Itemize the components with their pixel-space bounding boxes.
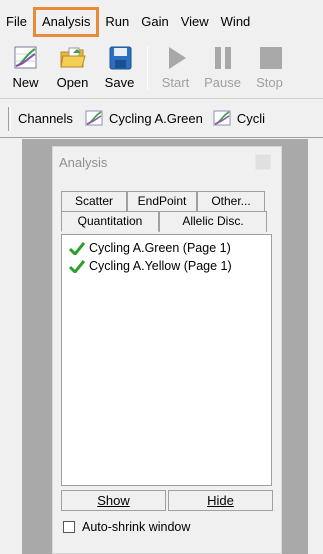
close-icon[interactable]: [255, 154, 271, 170]
channel-cycling-2-label: Cycli: [236, 110, 266, 126]
start-button[interactable]: Start: [152, 40, 199, 94]
open-label: Open: [56, 75, 89, 90]
menu-view[interactable]: View: [175, 11, 215, 33]
list-item-label: Cycling A.Green (Page 1): [89, 241, 231, 255]
button-row: Show Hide: [61, 490, 273, 511]
tab-endpoint[interactable]: EndPoint: [127, 191, 197, 212]
save-button[interactable]: Save: [96, 40, 143, 94]
tab-row-1: Scatter EndPoint Other...: [61, 191, 265, 212]
pause-button[interactable]: Pause: [199, 40, 246, 94]
pause-icon: [214, 47, 231, 69]
tab-allelic-disc[interactable]: Allelic Disc.: [159, 211, 267, 232]
channel-cycling-green-label: Cycling A.Green: [108, 110, 203, 126]
checkmark-icon: [69, 241, 85, 255]
right-border: [308, 139, 323, 554]
stop-label: Stop: [256, 75, 283, 90]
play-icon: [168, 47, 186, 69]
menu-window[interactable]: Wind: [215, 11, 257, 33]
open-folder-icon: [59, 47, 86, 68]
list-item[interactable]: Cycling A.Green (Page 1): [62, 239, 271, 257]
toolbar: New Open Save Start Pause Stop: [0, 40, 323, 98]
panel-title: Analysis: [59, 155, 108, 170]
menu-gain[interactable]: Gain: [135, 11, 174, 33]
channels-bar: Channels Cycling A.Green Cycli: [0, 98, 323, 138]
pause-label: Pause: [204, 75, 241, 90]
tab-scatter[interactable]: Scatter: [61, 191, 127, 212]
new-label: New: [12, 75, 39, 90]
analysis-panel: Analysis Scatter EndPoint Other... Quant…: [52, 146, 282, 554]
autoshrink-checkbox[interactable]: [63, 521, 75, 533]
hide-button[interactable]: Hide: [168, 490, 273, 511]
analysis-list[interactable]: Cycling A.Green (Page 1) Cycling A.Yello…: [61, 234, 272, 486]
menu-run[interactable]: Run: [99, 11, 135, 33]
list-item-label: Cycling A.Yellow (Page 1): [89, 259, 232, 273]
stop-button[interactable]: Stop: [246, 40, 293, 94]
save-disk-icon: [109, 46, 131, 70]
menu-file[interactable]: File: [0, 11, 33, 33]
stop-icon: [259, 47, 282, 69]
open-button[interactable]: Open: [49, 40, 96, 94]
autoshrink-option[interactable]: Auto-shrink window: [63, 520, 190, 534]
toolbar-separator: [147, 46, 148, 90]
channels-label: Channels: [18, 110, 73, 126]
toolbar-grip[interactable]: [8, 107, 11, 131]
new-chart-icon: [14, 46, 36, 69]
new-button[interactable]: New: [2, 40, 49, 94]
checkmark-icon: [69, 259, 85, 273]
channel-cycling-green[interactable]: Cycling A.Green: [85, 110, 203, 126]
tab-other[interactable]: Other...: [197, 191, 265, 212]
channel-chart-icon: [85, 110, 103, 126]
start-label: Start: [161, 75, 190, 90]
left-border: [0, 139, 22, 554]
tab-quantitation[interactable]: Quantitation: [61, 211, 159, 232]
menu-analysis[interactable]: Analysis: [32, 7, 100, 37]
channel-cycling-2[interactable]: Cycli: [213, 110, 265, 126]
show-button[interactable]: Show: [61, 490, 166, 511]
autoshrink-label: Auto-shrink window: [82, 520, 191, 534]
tab-row-2: Quantitation Allelic Disc.: [61, 211, 267, 232]
channel-chart-icon: [213, 110, 231, 126]
list-item[interactable]: Cycling A.Yellow (Page 1): [62, 257, 271, 275]
save-label: Save: [104, 75, 135, 90]
menu-bar: File Analysis Run Gain View Wind: [0, 0, 323, 40]
